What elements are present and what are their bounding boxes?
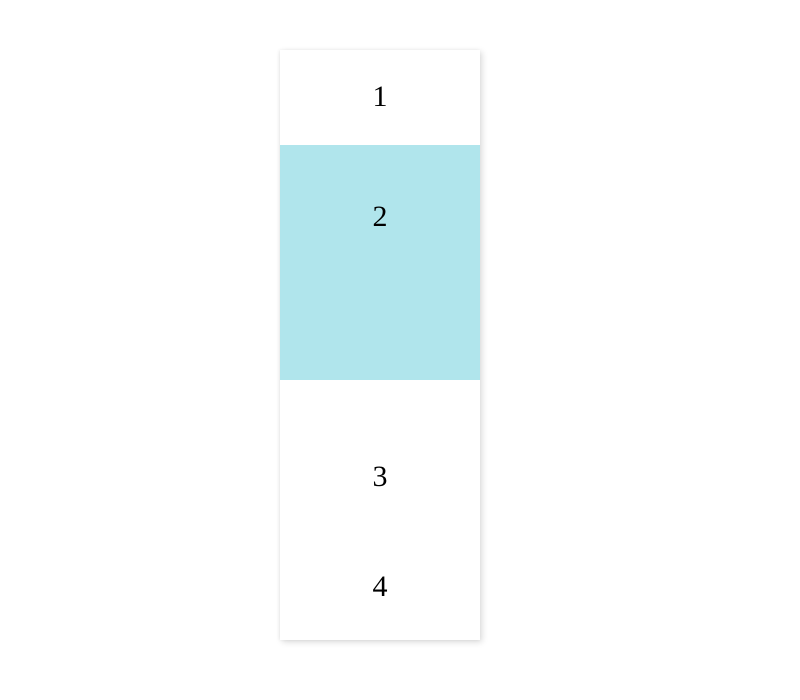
vertical-panel: 1 2 3 4 [280, 50, 480, 640]
cell-label: 4 [373, 570, 388, 604]
cell-label: 1 [373, 80, 388, 114]
cell-label: 3 [373, 460, 388, 494]
panel-cell-1: 1 [280, 50, 480, 145]
cell-label: 2 [373, 200, 388, 234]
panel-cell-2-highlighted: 2 [280, 145, 480, 380]
panel-cell-3: 3 [280, 380, 480, 550]
panel-cell-4: 4 [280, 550, 480, 640]
